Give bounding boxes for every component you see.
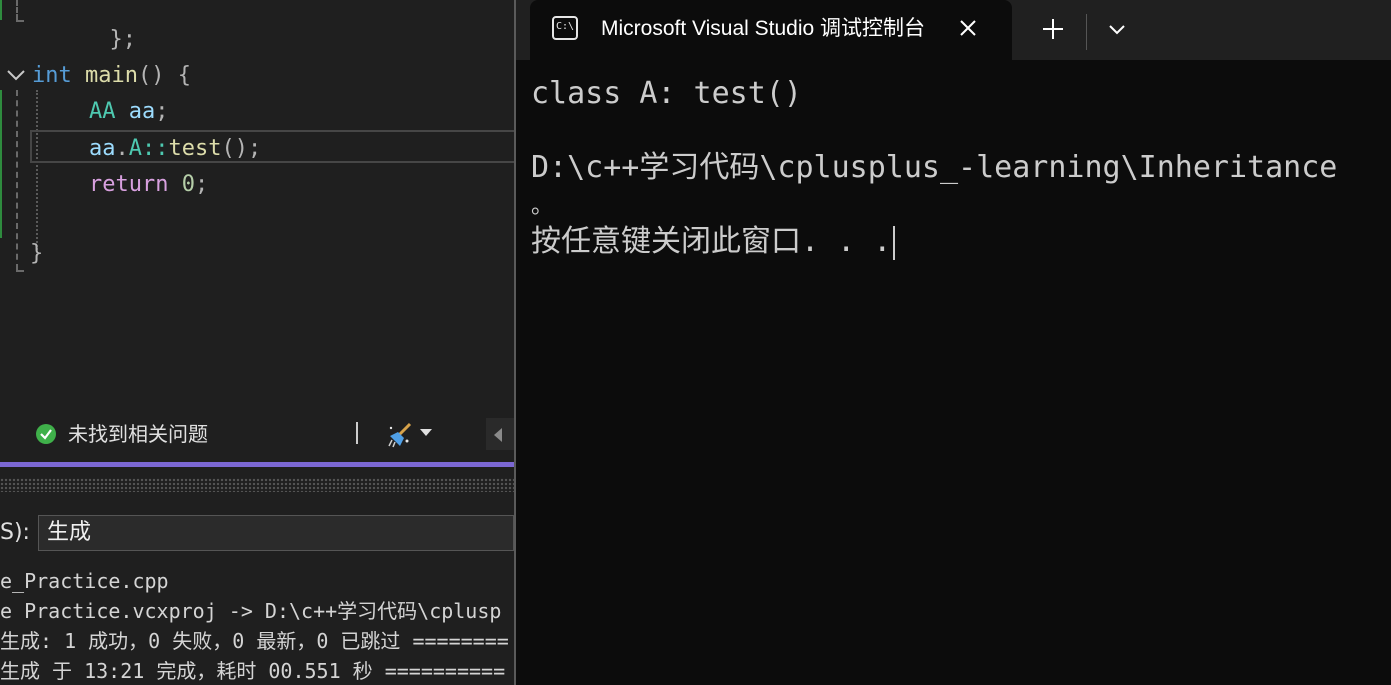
function-main: main bbox=[85, 63, 138, 88]
change-margin bbox=[0, 0, 2, 20]
indent-guide-end bbox=[16, 270, 24, 272]
output-line: 生成: 1 成功，0 失败，0 最新，0 已跳过 ======== bbox=[0, 629, 509, 653]
cleanup-dropdown-icon[interactable] bbox=[420, 429, 432, 436]
terminal-tab-bar: C:\ Microsoft Visual Studio 调试控制台 bbox=[516, 0, 1391, 60]
output-source-label: S): bbox=[0, 520, 30, 545]
chevron-down-icon[interactable] bbox=[1100, 12, 1134, 46]
terminal-line: D:\c++学习代码\cplusplus_-learning\Inheritan… bbox=[531, 150, 1338, 185]
brace-fragment: }; bbox=[109, 27, 136, 52]
type-name: AA bbox=[89, 99, 116, 124]
new-tab-plus-icon[interactable] bbox=[1036, 12, 1070, 46]
block-guide bbox=[36, 90, 38, 250]
output-line: 生成 于 13:21 完成，耗时 00.551 秒 ========== bbox=[0, 659, 506, 683]
brace-open: { bbox=[177, 63, 191, 88]
semicolon: ; bbox=[155, 99, 169, 124]
terminal-line: class A: test() bbox=[531, 76, 802, 111]
close-tab-icon[interactable] bbox=[952, 12, 984, 44]
variable-name: aa bbox=[128, 99, 156, 124]
semicolon: ; bbox=[194, 172, 209, 197]
dot: . bbox=[115, 136, 129, 161]
code-line-main: int main() { bbox=[32, 58, 191, 94]
indent-guide bbox=[16, 0, 18, 20]
keyword-return: return bbox=[89, 172, 169, 197]
terminal-prompt-line: 按任意键关闭此窗口. . . bbox=[531, 222, 896, 262]
function-call: test bbox=[168, 136, 222, 161]
terminal-window: C:\ Microsoft Visual Studio 调试控制台 class … bbox=[516, 0, 1391, 685]
terminal-output[interactable]: class A: test() D:\c++学习代码\cplusplus_-le… bbox=[531, 74, 1337, 284]
number-literal: 0 bbox=[181, 172, 195, 197]
panel-drag-grip[interactable] bbox=[0, 478, 514, 492]
brace-close: } bbox=[30, 241, 44, 266]
output-panel: S): 生成 e_Practice.cpp e Practice.vcxproj… bbox=[0, 500, 514, 685]
code-line-return: return 0; bbox=[89, 167, 208, 203]
keyword-int: int bbox=[32, 63, 72, 88]
console-icon-text: C:\ bbox=[556, 21, 575, 32]
text-cursor bbox=[893, 225, 896, 260]
editor-status-bar: 未找到相关问题 bbox=[0, 418, 514, 450]
terminal-line: 。 bbox=[531, 194, 554, 219]
tab-bar-separator bbox=[1086, 14, 1087, 50]
output-source-select[interactable]: 生成 bbox=[38, 515, 514, 551]
code-line-decl: AA aa; bbox=[89, 94, 169, 130]
code-line-close: } bbox=[30, 236, 43, 272]
output-line: e Practice.vcxproj -> D:\c++学习代码\cplusp bbox=[0, 599, 502, 623]
code-line-prev: }; bbox=[30, 0, 136, 52]
scroll-left-icon[interactable] bbox=[494, 428, 502, 442]
code-line-call: aa.A::test(); bbox=[89, 131, 261, 167]
indent-guide bbox=[16, 90, 18, 270]
issues-status-text[interactable]: 未找到相关问题 bbox=[68, 421, 208, 447]
visual-studio-pane: }; int main() { AA aa; aa.A::test(); ret… bbox=[0, 0, 514, 685]
collapse-chevron-icon[interactable] bbox=[6, 68, 26, 82]
panel-splitter[interactable] bbox=[0, 462, 514, 467]
terminal-prompt-text: 按任意键关闭此窗口. . . bbox=[531, 224, 892, 259]
call-parens: (); bbox=[221, 136, 262, 161]
status-separator bbox=[356, 422, 358, 444]
scope-qualifier: A:: bbox=[128, 136, 169, 161]
change-margin bbox=[0, 90, 2, 238]
parens: () bbox=[137, 63, 165, 88]
terminal-tab[interactable]: C:\ Microsoft Visual Studio 调试控制台 bbox=[530, 0, 1012, 60]
code-editor[interactable]: }; int main() { AA aa; aa.A::test(); ret… bbox=[0, 0, 514, 418]
tab-title: Microsoft Visual Studio 调试控制台 bbox=[601, 17, 926, 40]
variable-name: aa bbox=[89, 136, 116, 161]
output-line: e_Practice.cpp bbox=[0, 569, 169, 593]
indent-guide-end bbox=[16, 20, 24, 22]
code-cleanup-broom-icon[interactable] bbox=[386, 422, 414, 448]
console-icon: C:\ bbox=[552, 16, 578, 40]
check-circle-icon bbox=[36, 424, 56, 444]
